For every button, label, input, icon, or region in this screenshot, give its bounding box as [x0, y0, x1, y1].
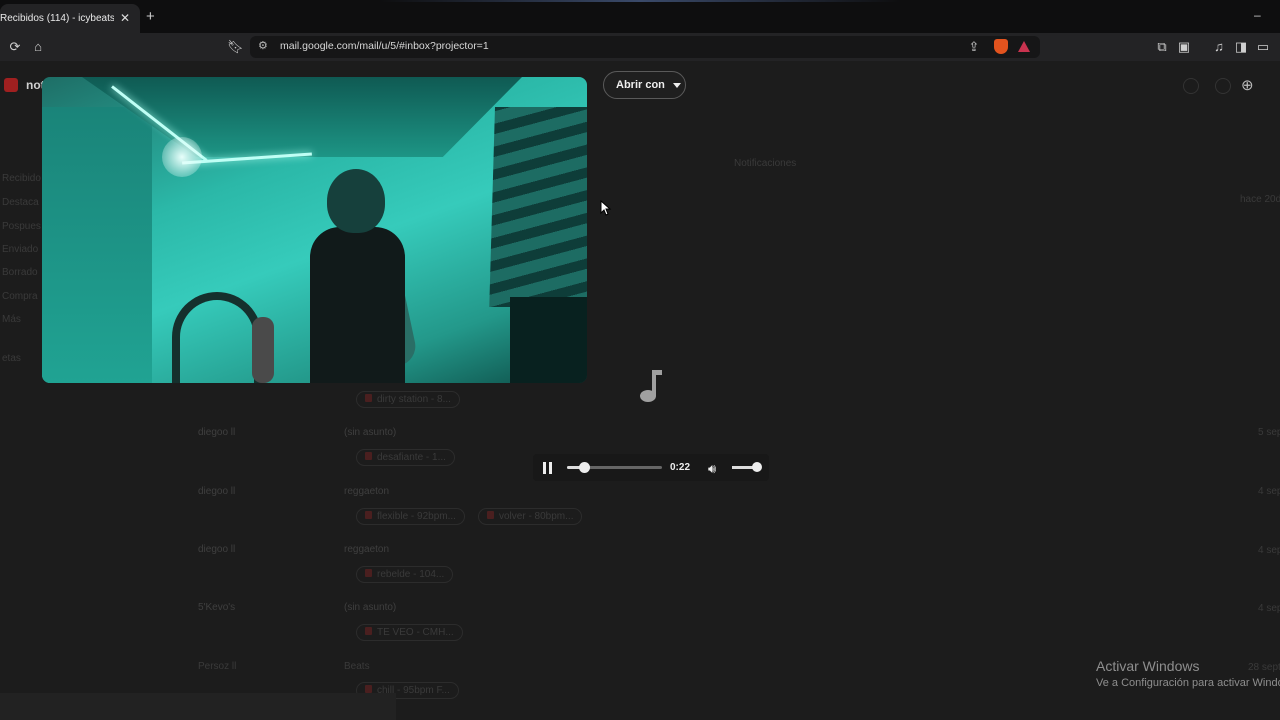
add-to-drive-icon[interactable]: ⊕: [1241, 76, 1254, 94]
brave-rewards-icon[interactable]: [1018, 41, 1030, 52]
row-date: hace 20d: [1240, 194, 1280, 205]
sidebar-item-sent[interactable]: Enviado: [2, 244, 38, 255]
row-subject: (sin asunto): [344, 602, 397, 613]
attachment-chip[interactable]: desafiante - 1...: [356, 449, 455, 466]
attachment-chip[interactable]: TE VEO - CMH...: [356, 624, 463, 641]
help-icon[interactable]: [1183, 78, 1199, 94]
row-sender: diegoo ll: [198, 544, 236, 555]
minimize-window-button[interactable]: –: [1254, 8, 1261, 22]
pause-icon[interactable]: [543, 462, 553, 474]
attachment-chip[interactable]: volver - 80bpm...: [478, 508, 583, 525]
open-with-label: Abrir con: [616, 79, 665, 91]
notifications-label: Notificaciones: [734, 158, 797, 169]
url-text[interactable]: mail.google.com/mail/u/5/#inbox?projecto…: [280, 40, 489, 52]
extensions-icon[interactable]: ⧉: [1154, 39, 1170, 55]
row-date: 28 sept: [1248, 662, 1280, 673]
row-sender: diegoo ll: [198, 486, 236, 497]
volume-slider[interactable]: [732, 462, 763, 472]
sidebar-item-drafts[interactable]: Borrado: [2, 267, 38, 278]
row-date: 4 sept: [1258, 545, 1280, 556]
sidebar-item-inbox[interactable]: Recibido: [2, 173, 41, 184]
chevron-down-icon: [672, 82, 681, 88]
music-note-icon: [640, 370, 662, 402]
row-sender: 5'Kevo's: [198, 602, 236, 613]
sidebar-labels-heading: etas: [2, 353, 21, 364]
sidebar-item-snoozed[interactable]: Pospues: [2, 221, 41, 232]
row-date: 4 sept: [1258, 603, 1280, 614]
row-sender: Persoz ll: [198, 661, 237, 672]
video-scene: [310, 227, 405, 383]
screenshot-icon[interactable]: ▣: [1176, 39, 1192, 55]
browser-toolbar: ⟳ ⌂ 🔖︎ ⚙ mail.google.com/mail/u/5/#inbox…: [0, 33, 1280, 61]
video-scene: [172, 292, 262, 383]
attachment-chip[interactable]: flexible - 92bpm...: [356, 508, 465, 525]
mouse-cursor-icon: [600, 200, 612, 216]
brave-shields-icon[interactable]: [994, 39, 1008, 54]
volume-thumb[interactable]: [752, 462, 763, 472]
video-scene: [252, 317, 274, 383]
open-with-button[interactable]: Abrir con: [603, 71, 686, 99]
attachment-chip[interactable]: rebelde - 104...: [356, 566, 454, 583]
row-subject: (sin asunto): [344, 427, 397, 438]
sidebar-item-starred[interactable]: Destaca: [2, 197, 39, 208]
home-icon[interactable]: ⌂: [30, 39, 46, 55]
row-sender: diegoo ll: [198, 427, 236, 438]
new-tab-button[interactable]: +: [146, 8, 155, 25]
tab-title: Recibidos (114) - icybeats77@: [0, 13, 114, 24]
video-scene: [42, 107, 152, 383]
playback-time: 0:22: [670, 462, 691, 473]
video-scene: [489, 107, 587, 307]
browser-tab-bar: Recibidos (114) - icybeats77@ ✕ + –: [0, 0, 1280, 33]
sidebar-item-more[interactable]: Más: [2, 314, 21, 325]
media-player-controls: 0:22 🔊︎: [533, 454, 769, 481]
video-preview[interactable]: [42, 77, 587, 383]
sidebar-item-purchases[interactable]: Compra: [2, 291, 38, 302]
row-date: 4 sept: [1258, 486, 1280, 497]
wallet-icon[interactable]: ▭: [1255, 39, 1271, 55]
windows-activation-title: Activar Windows: [1096, 658, 1200, 674]
tab-bar-accent-line: [380, 0, 900, 2]
video-scene: [162, 137, 202, 177]
bottom-status-bar: [0, 693, 396, 720]
tab-close-icon[interactable]: ✕: [120, 11, 130, 25]
settings-icon[interactable]: [1215, 78, 1231, 94]
video-scene: [327, 169, 385, 233]
address-bar[interactable]: ⚙ mail.google.com/mail/u/5/#inbox?projec…: [250, 36, 1040, 58]
video-scene: [510, 297, 587, 383]
media-icon[interactable]: ♫: [1211, 39, 1227, 55]
row-date: 5 sept: [1258, 427, 1280, 438]
volume-icon[interactable]: 🔊︎: [708, 461, 716, 477]
windows-activation-subtitle: Ve a Configuración para activar Windows.: [1096, 677, 1280, 689]
attachment-chip[interactable]: dirty station - 8...: [356, 391, 460, 408]
sidebar-icon[interactable]: ◨: [1233, 39, 1249, 55]
row-subject: reggaeton: [344, 544, 390, 555]
site-settings-icon[interactable]: ⚙: [258, 39, 268, 52]
seek-slider[interactable]: [567, 462, 662, 473]
bookmark-icon[interactable]: 🔖︎: [227, 39, 244, 55]
row-subject: Beats: [344, 661, 370, 672]
share-icon[interactable]: ⇪: [966, 39, 982, 55]
seek-thumb[interactable]: [579, 462, 591, 473]
tab-gmail-inbox[interactable]: Recibidos (114) - icybeats77@ ✕: [0, 4, 140, 33]
reload-icon[interactable]: ⟳: [7, 39, 23, 55]
row-subject: reggaeton: [344, 486, 390, 497]
gmail-logo-icon: [4, 78, 18, 92]
